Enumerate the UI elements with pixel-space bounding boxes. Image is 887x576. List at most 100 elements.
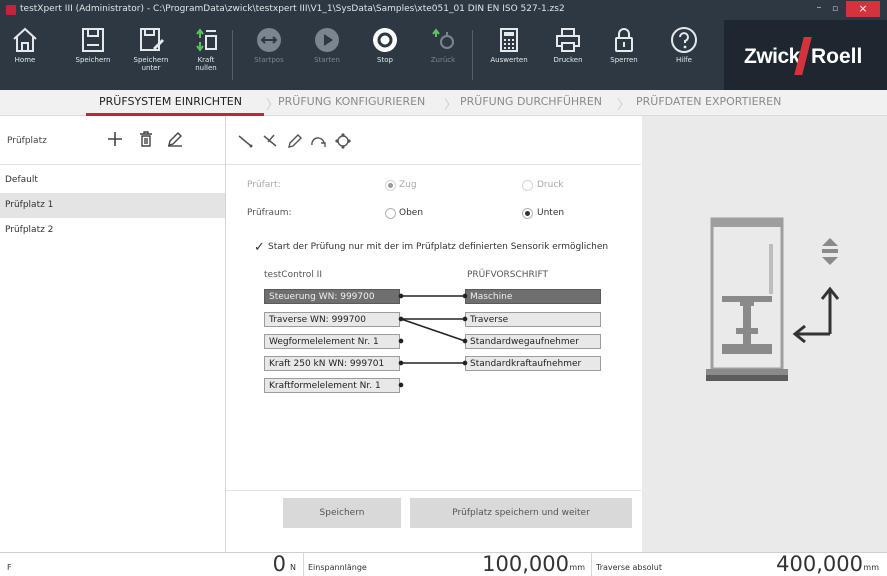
test-program-column-header: PRÜFVORSCHRIFT bbox=[467, 270, 548, 280]
save-button[interactable]: Speichern bbox=[283, 498, 401, 528]
controller-sensor-item[interactable]: Kraft 250 kN WN: 999701 bbox=[264, 356, 400, 371]
zero-force-label: Kraft nullen bbox=[195, 56, 217, 72]
test-program-sensor-item[interactable]: Standardwegaufnehmer bbox=[465, 334, 601, 349]
save-as-label: Speichern unter bbox=[133, 56, 169, 72]
controller-sensor-item[interactable]: Wegformelelement Nr. 1 bbox=[264, 334, 400, 349]
save-as-button[interactable]: Speichern unter bbox=[128, 20, 174, 90]
controller-sensor-item[interactable]: Steuerung WN: 999700 bbox=[264, 289, 400, 304]
sensor-restriction-checkbox[interactable]: ✓ bbox=[254, 240, 265, 255]
list-item-label: Prüfplatz 1 bbox=[5, 200, 54, 210]
force-label: F bbox=[7, 563, 12, 572]
radio-upper[interactable] bbox=[385, 208, 396, 219]
back-button[interactable]: Zurück bbox=[420, 20, 466, 90]
test-space-label: Prüfraum: bbox=[247, 208, 292, 218]
traverse-readout: Traverse absolut 400,000 mm bbox=[592, 552, 887, 576]
save-icon bbox=[82, 28, 104, 52]
logo-text-zwick: Zwick bbox=[744, 45, 800, 68]
edit-icon[interactable] bbox=[166, 130, 184, 148]
home-label: Home bbox=[14, 56, 36, 64]
clamp-length-value: 100,000 bbox=[482, 552, 569, 576]
calculator-icon bbox=[500, 28, 518, 52]
sidebar-title: Prüfplatz bbox=[7, 136, 47, 146]
lock-button[interactable]: Sperren bbox=[601, 20, 647, 90]
back-label: Zurück bbox=[430, 56, 456, 64]
home-icon bbox=[13, 27, 37, 52]
radio-lower[interactable] bbox=[522, 208, 533, 219]
tab-configure-test[interactable]: PRÜFUNG KONFIGURIEREN bbox=[278, 95, 425, 108]
window-title: testXpert III (Administrator) - C:\Progr… bbox=[20, 4, 565, 14]
help-button[interactable]: Hilfe bbox=[661, 20, 707, 90]
auto-connect-icon[interactable] bbox=[309, 132, 327, 150]
disconnect-line-icon[interactable] bbox=[261, 132, 279, 150]
save-ribbon-label: Speichern bbox=[75, 56, 111, 64]
help-label: Hilfe bbox=[676, 56, 692, 64]
zwick-roell-logo: Zwick Roell bbox=[724, 20, 887, 90]
traverse-value: 400,000 bbox=[776, 552, 863, 576]
evaluate-button[interactable]: Auswerten bbox=[484, 20, 534, 90]
ribbon-separator bbox=[472, 30, 473, 80]
force-readout: F 0 N bbox=[0, 552, 304, 576]
maximize-button[interactable]: ▫ bbox=[828, 3, 842, 15]
list-item[interactable]: Prüfplatz 2 bbox=[0, 218, 225, 243]
test-program-sensor-item[interactable]: Maschine bbox=[465, 289, 601, 304]
list-item-label: Default bbox=[5, 175, 38, 185]
close-button[interactable]: × bbox=[846, 1, 880, 17]
logo-text-roell: Roell bbox=[811, 45, 863, 68]
radio-lower-label: Unten bbox=[537, 208, 565, 218]
stop-icon bbox=[373, 28, 397, 52]
action-bar: Speichern Prüfplatz speichern und weiter bbox=[226, 490, 641, 553]
print-button[interactable]: Drucken bbox=[543, 20, 593, 90]
list-item-label: Prüfplatz 2 bbox=[5, 225, 54, 235]
status-bar: F 0 N Einspannlänge 100,000 mm Traverse … bbox=[0, 552, 887, 576]
start-button[interactable]: Starten bbox=[304, 20, 350, 90]
home-button[interactable]: Home bbox=[2, 20, 48, 90]
add-icon[interactable] bbox=[106, 130, 124, 148]
startpos-icon bbox=[257, 28, 281, 52]
play-icon bbox=[315, 28, 339, 52]
minimize-button[interactable]: – bbox=[812, 3, 826, 15]
tab-run-test[interactable]: PRÜFUNG DURCHFÜHREN bbox=[460, 95, 602, 108]
lock-icon bbox=[615, 28, 633, 52]
stop-button[interactable]: Stop bbox=[362, 20, 408, 90]
tab-export-data[interactable]: PRÜFDATEN EXPORTIEREN bbox=[636, 95, 781, 108]
startpos-label: Startpos bbox=[254, 56, 284, 64]
zero-force-button[interactable]: Kraft nullen bbox=[186, 20, 226, 90]
radio-upper-label: Oben bbox=[399, 208, 424, 218]
startpos-button[interactable]: Startpos bbox=[246, 20, 292, 90]
sensor-restriction-label: Start der Prüfung nur mit der im Prüfpla… bbox=[268, 242, 609, 252]
zero-force-icon bbox=[196, 28, 217, 52]
save-ribbon-button[interactable]: Speichern bbox=[70, 20, 116, 90]
force-value: 0 bbox=[272, 552, 286, 576]
force-unit: N bbox=[290, 563, 296, 572]
tab-setup-system[interactable]: PRÜFSYSTEM EINRICHTEN bbox=[99, 95, 242, 108]
clamp-length-readout: Einspannlänge 100,000 mm bbox=[304, 552, 592, 576]
traverse-unit: mm bbox=[863, 563, 879, 572]
controller-column-header: testControl II bbox=[264, 270, 322, 280]
edit-connection-icon[interactable] bbox=[286, 132, 304, 150]
controller-sensor-item[interactable]: Traverse WN: 999700 bbox=[264, 312, 400, 327]
ribbon-separator bbox=[232, 30, 233, 80]
printer-icon bbox=[556, 28, 580, 52]
list-item[interactable]: Default bbox=[0, 168, 225, 193]
list-item-selected[interactable]: Prüfplatz 1 bbox=[0, 193, 225, 218]
save-as-icon bbox=[140, 28, 164, 51]
connect-line-icon[interactable] bbox=[236, 132, 254, 150]
radio-tension-label: Zug bbox=[399, 180, 417, 190]
stop-label: Stop bbox=[377, 56, 393, 64]
delete-icon[interactable] bbox=[137, 130, 155, 148]
test-program-sensor-item[interactable]: Standardkraftaufnehmer bbox=[465, 356, 601, 371]
save-and-continue-button[interactable]: Prüfplatz speichern und weiter bbox=[410, 498, 632, 528]
testing-machine-icon bbox=[706, 217, 840, 381]
print-label: Drucken bbox=[553, 56, 583, 64]
controller-sensor-item[interactable]: Kraftformelelement Nr. 1 bbox=[264, 378, 400, 393]
refresh-sensors-icon[interactable] bbox=[334, 132, 352, 150]
radio-tension[interactable] bbox=[385, 180, 396, 191]
radio-compression[interactable] bbox=[522, 180, 533, 191]
help-icon bbox=[671, 27, 697, 53]
machine-illustration-panel bbox=[642, 116, 887, 552]
start-label: Starten bbox=[314, 56, 340, 64]
sidebar-header: Prüfplatz bbox=[0, 116, 225, 165]
app-icon bbox=[6, 5, 16, 15]
test-program-sensor-item[interactable]: Traverse bbox=[465, 312, 601, 327]
title-bar: testXpert III (Administrator) - C:\Progr… bbox=[0, 0, 887, 20]
